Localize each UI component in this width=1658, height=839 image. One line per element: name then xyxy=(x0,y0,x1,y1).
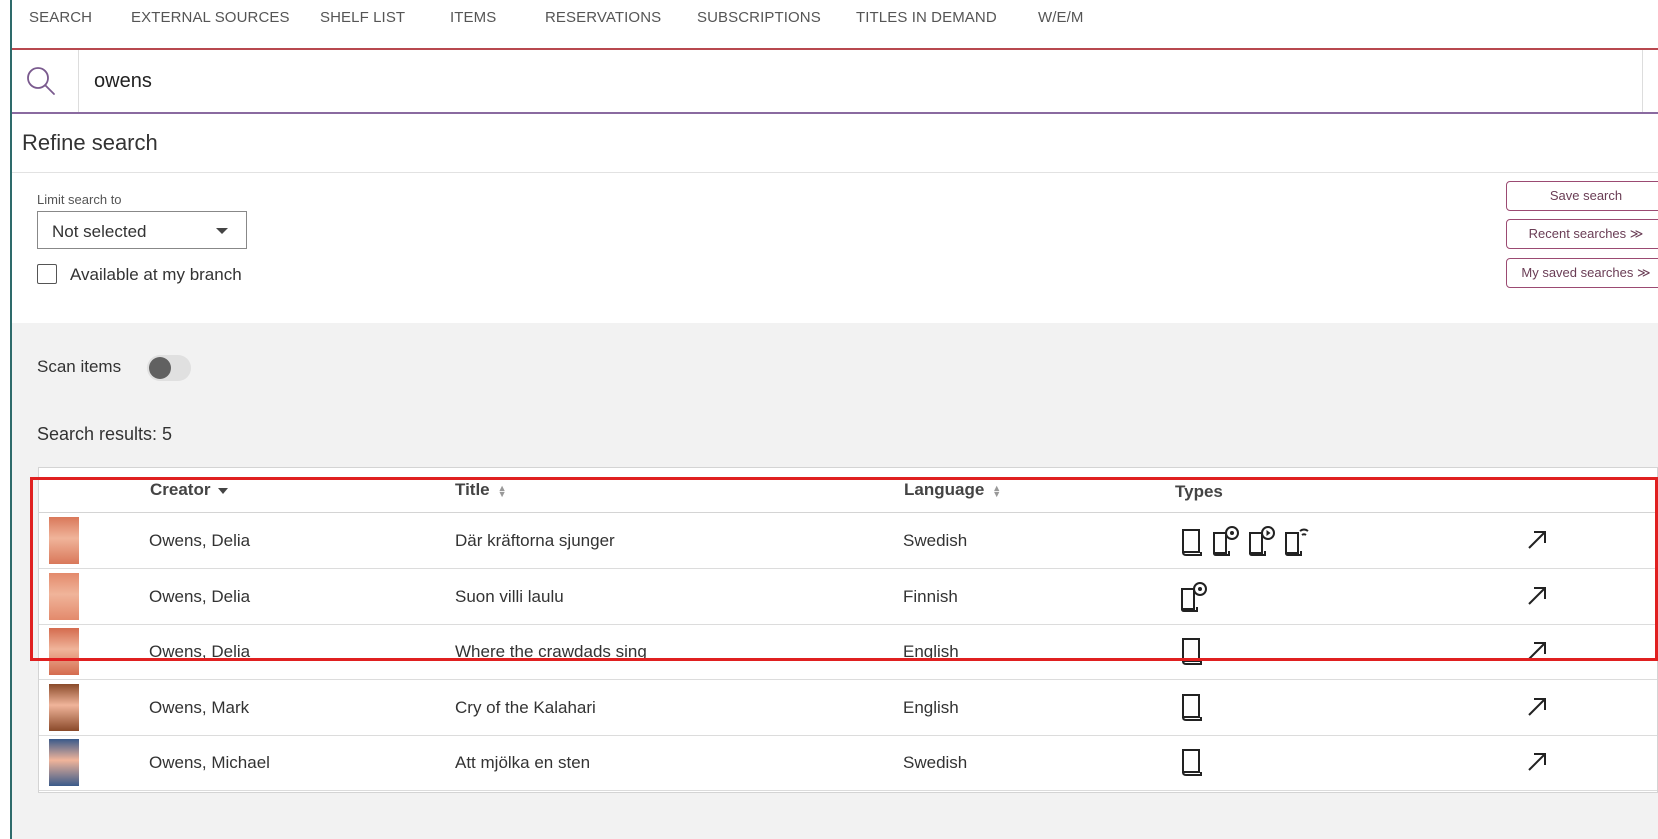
column-header-title[interactable]: Title ▲ ▼ xyxy=(455,480,507,500)
table-row[interactable]: Owens, Delia Where the crawdads sing Engli… xyxy=(39,624,1657,680)
book-cover-thumbnail xyxy=(49,517,79,564)
audiobook-disc-icon xyxy=(1179,581,1215,617)
limit-search-select[interactable]: Not selected xyxy=(37,211,247,249)
audiobook-play-icon xyxy=(1247,526,1283,561)
open-record-arrow-icon[interactable] xyxy=(1524,749,1550,775)
open-record-arrow-icon[interactable] xyxy=(1524,583,1550,609)
table-row[interactable]: Owens, Delia Där kräftorna sjunger Swedish xyxy=(39,513,1657,569)
refine-search-title: Refine search xyxy=(22,130,158,155)
tab-titles-in-demand[interactable]: TITLES IN DEMAND xyxy=(856,9,997,26)
cell-title: Att mjölka en sten xyxy=(455,753,591,772)
cell-creator: Owens, Mark xyxy=(149,697,250,717)
cell-types xyxy=(1179,525,1319,557)
cell-creator: Owens, Delia xyxy=(149,642,251,661)
scan-items-toggle[interactable] xyxy=(147,355,191,381)
tab-reservations[interactable]: RESERVATIONS xyxy=(545,9,661,26)
cell-title: Där kräftorna sjunger xyxy=(455,531,615,550)
tab-search[interactable]: SEARCH xyxy=(29,9,92,26)
cell-language: Finnish xyxy=(903,586,958,606)
column-header-creator[interactable]: Creator xyxy=(150,480,229,500)
book-cover-thumbnail xyxy=(49,739,79,786)
refine-search-header: Refine search xyxy=(12,114,1658,173)
sort-icon: ▲ ▼ xyxy=(497,482,507,499)
available-at-branch-label: Available at my branch xyxy=(70,265,242,284)
limit-search-label: Limit search to xyxy=(37,192,122,207)
search-icon[interactable] xyxy=(24,64,58,98)
cell-creator: Owens, Michael xyxy=(149,753,270,772)
search-divider xyxy=(78,50,79,112)
limit-search-value: Not selected xyxy=(52,222,147,241)
tab-external-sources[interactable]: EXTERNAL SOURCES xyxy=(131,9,290,26)
book-cover-thumbnail xyxy=(49,572,79,620)
table-header: Creator Title ▲ ▼ Language ▲ ▼ Types xyxy=(39,468,1657,513)
open-record-arrow-icon[interactable] xyxy=(1524,694,1550,720)
cell-language: English xyxy=(903,697,959,717)
tab-shelf-list[interactable]: SHELF LIST xyxy=(320,9,405,26)
open-record-arrow-icon[interactable] xyxy=(1524,527,1550,553)
cell-types xyxy=(1179,747,1211,779)
save-search-button[interactable]: Save search xyxy=(1506,181,1658,211)
cell-title: Where the crawdads sing xyxy=(455,642,647,661)
book-icon xyxy=(1179,638,1211,670)
available-at-branch-checkbox[interactable] xyxy=(37,264,57,284)
cell-language: Swedish xyxy=(903,531,968,550)
column-header-types: Types xyxy=(1175,482,1223,501)
tab-subscriptions[interactable]: SUBSCRIPTIONS xyxy=(697,9,821,26)
search-results-count: Search results: 5 xyxy=(37,424,173,444)
search-divider-right xyxy=(1642,50,1643,112)
book-icon xyxy=(1179,529,1211,561)
book-cover-thumbnail xyxy=(49,628,79,675)
cell-types xyxy=(1179,636,1211,668)
cell-types xyxy=(1179,581,1215,613)
chevron-down-icon xyxy=(216,228,228,234)
cell-creator: Owens, Delia xyxy=(149,531,251,550)
tab-wem[interactable]: W/E/M xyxy=(1038,9,1084,26)
filters-panel: Limit search to Not selected Available a… xyxy=(12,173,1658,323)
cell-types xyxy=(1179,692,1211,724)
sort-descending-icon xyxy=(218,487,229,494)
cell-creator: Owens, Delia xyxy=(149,586,251,606)
audiobook-disc-icon xyxy=(1211,526,1247,561)
cell-title: Cry of the Kalahari xyxy=(455,697,596,717)
my-saved-searches-button[interactable]: My saved searches ≫ xyxy=(1506,258,1658,288)
tab-items[interactable]: ITEMS xyxy=(450,9,496,26)
search-bar xyxy=(12,50,1658,114)
book-cover-thumbnail xyxy=(49,683,79,731)
recent-searches-button[interactable]: Recent searches ≫ xyxy=(1506,219,1658,249)
cell-title: Suon villi laulu xyxy=(455,586,564,606)
scan-items-label: Scan items xyxy=(37,357,122,376)
table-row[interactable]: Owens, Michael Att mjölka en sten Swedish xyxy=(39,735,1657,791)
table-row[interactable]: Owens, Delia Suon villi laulu Finnish xyxy=(39,569,1657,625)
column-header-language[interactable]: Language ▲ ▼ xyxy=(904,480,1001,500)
cell-language: English xyxy=(903,642,959,661)
open-record-arrow-icon[interactable] xyxy=(1524,638,1550,664)
table-row[interactable]: Owens, Mark Cry of the Kalahari English xyxy=(39,680,1657,736)
ebook-icon xyxy=(1283,528,1319,561)
toggle-knob xyxy=(149,357,171,379)
book-icon xyxy=(1179,693,1211,726)
sort-icon: ▲ ▼ xyxy=(992,482,1002,499)
results-table: Creator Title ▲ ▼ Language ▲ ▼ Types Owens, … xyxy=(38,467,1658,793)
cell-language: Swedish xyxy=(903,753,968,772)
search-input[interactable] xyxy=(92,60,1636,102)
book-icon xyxy=(1179,749,1211,781)
top-navigation: SEARCH EXTERNAL SOURCES SHELF LIST ITEMS… xyxy=(12,0,1658,50)
results-area: Scan items Search results: 5 Creator Tit… xyxy=(12,323,1658,839)
